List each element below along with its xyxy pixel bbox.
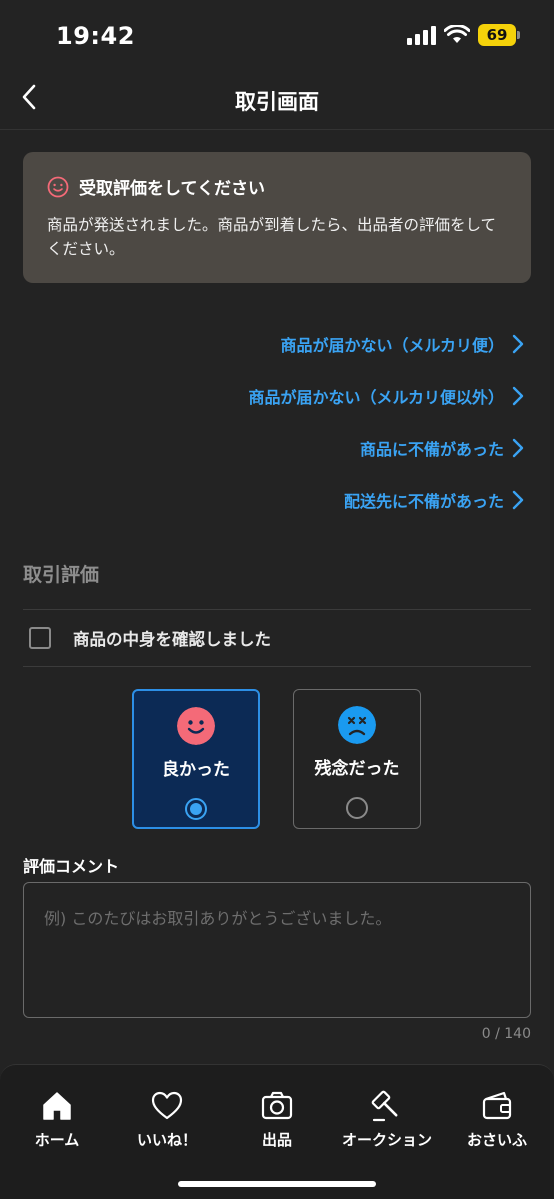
tab-auction[interactable]: オークション [332, 1089, 442, 1150]
cellular-signal-icon [407, 25, 436, 45]
happy-face-icon [177, 707, 215, 745]
help-link-label: 商品に不備があった [359, 440, 504, 459]
divider [23, 666, 531, 667]
help-link-item-defect[interactable]: 商品に不備があった [124, 422, 524, 474]
rating-bad-option[interactable]: 残念だった [293, 689, 421, 829]
rating-good-radio[interactable] [185, 798, 207, 820]
notice-title: 受取評価をしてください [79, 179, 265, 199]
tab-label: 出品 [261, 1131, 292, 1149]
gavel-icon [371, 1090, 398, 1122]
section-title-rating: 取引評価 [23, 564, 100, 586]
wallet-icon [482, 1091, 512, 1120]
page-title: 取引画面 [235, 90, 319, 114]
chevron-right-icon [512, 490, 524, 510]
comment-char-counter: 0 / 140 [481, 1026, 531, 1042]
sad-face-icon [338, 706, 376, 744]
evaluation-notice: 受取評価をしてください 商品が発送されました。商品が到着したら、出品者の評価をし… [23, 152, 531, 283]
help-link-not-delivered-mercari[interactable]: 商品が届かない（メルカリ便） [124, 318, 524, 370]
comment-input[interactable] [23, 882, 531, 1018]
chevron-right-icon [512, 334, 524, 354]
tab-label: いいね！ [136, 1131, 197, 1149]
rating-good-label: 良かった [162, 760, 230, 780]
tab-sell[interactable]: 出品 [222, 1089, 332, 1150]
status-icons: 69 [407, 24, 520, 46]
help-links: 商品が届かない（メルカリ便） 商品が届かない（メルカリ便以外） 商品に不備があっ… [124, 318, 524, 526]
camera-icon [261, 1091, 293, 1120]
help-link-label: 配送先に不備があった [343, 492, 504, 511]
notice-body: 商品が発送されました。商品が到着したら、出品者の評価をしてください。 [47, 216, 497, 258]
tab-label: ホーム [34, 1131, 80, 1149]
heart-icon [151, 1091, 183, 1120]
tab-likes[interactable]: いいね！ [112, 1089, 222, 1150]
home-indicator [178, 1181, 376, 1187]
status-time: 19:42 [56, 22, 135, 50]
bottom-tab-bar: ホーム いいね！ 出品 オークション おさいふ [0, 1064, 554, 1199]
wifi-icon [444, 25, 470, 43]
comment-label: 評価コメント [23, 857, 120, 876]
rating-good-option[interactable]: 良かった [132, 689, 260, 829]
confirm-contents-label: 商品の中身を確認しました [73, 630, 271, 649]
status-bar: 19:42 69 [0, 0, 554, 74]
chevron-right-icon [512, 438, 524, 458]
help-link-not-delivered-other[interactable]: 商品が届かない（メルカリ便以外） [124, 370, 524, 422]
rating-bad-label: 残念だった [314, 759, 400, 779]
home-icon [43, 1092, 71, 1120]
tab-label: おさいふ [466, 1131, 527, 1149]
tab-wallet[interactable]: おさいふ [442, 1089, 552, 1150]
notice-header: 受取評価をしてください [47, 174, 507, 199]
confirm-contents-checkbox[interactable] [29, 627, 51, 649]
help-link-address-issue[interactable]: 配送先に不備があった [124, 474, 524, 526]
battery-level: 69 [486, 26, 508, 44]
battery-icon: 69 [478, 24, 520, 46]
rating-bad-radio[interactable] [346, 797, 368, 819]
tab-label: オークション [341, 1131, 432, 1149]
nav-header: 取引画面 [0, 74, 554, 130]
smile-icon [47, 176, 69, 197]
confirm-contents-row[interactable]: 商品の中身を確認しました [23, 610, 531, 666]
help-link-label: 商品が届かない（メルカリ便以外） [248, 388, 504, 407]
tab-home[interactable]: ホーム [2, 1089, 112, 1150]
chevron-right-icon [512, 386, 524, 406]
help-link-label: 商品が届かない（メルカリ便） [280, 336, 504, 355]
